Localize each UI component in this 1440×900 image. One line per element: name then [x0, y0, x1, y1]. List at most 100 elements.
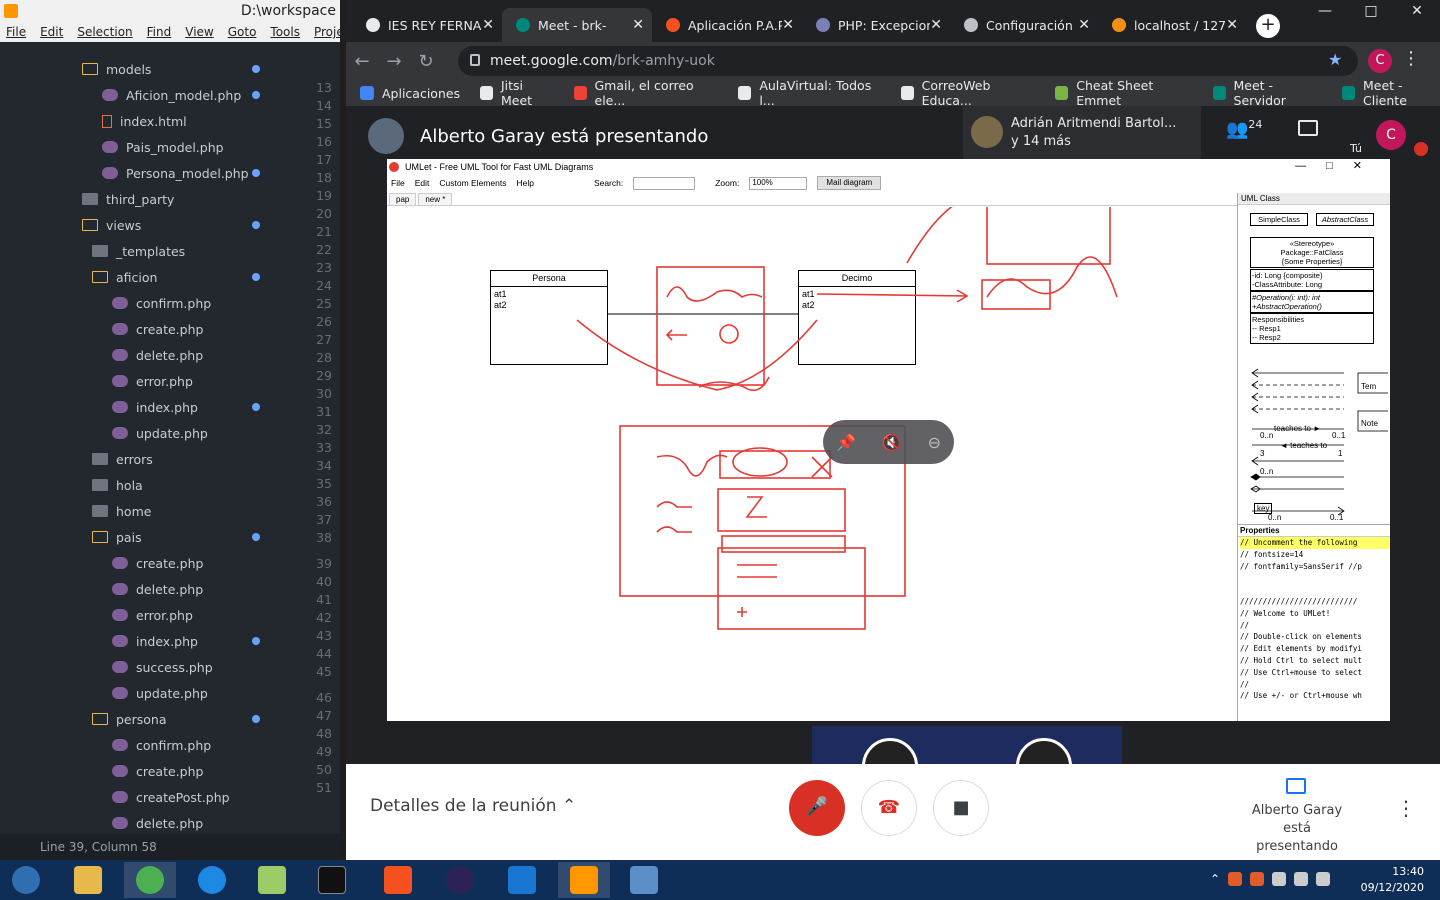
taskbar-virtualbox[interactable] [618, 862, 670, 898]
start-button[interactable] [0, 862, 52, 898]
tab-close-icon[interactable]: ✕ [1226, 17, 1238, 33]
tree-item[interactable]: error.php [112, 368, 193, 394]
umlet-menu-edit[interactable]: Edit [415, 178, 430, 188]
umlet-search-input[interactable] [633, 176, 696, 190]
tree-item[interactable]: third_party [82, 186, 174, 212]
palette-class-attributes[interactable]: -id: Long {composite} -ClassAttribute: L… [1250, 269, 1374, 291]
clock[interactable]: 13:40 09/12/2020 [1361, 864, 1424, 896]
presenting-label[interactable]: Alberto Garay está presentando [1242, 802, 1352, 856]
tree-item[interactable]: index.php [112, 394, 198, 420]
close-icon[interactable]: ✕ [1394, 0, 1440, 24]
taskbar-sublime[interactable] [558, 862, 610, 898]
hang-up-button[interactable]: ☎ [861, 780, 917, 836]
self-avatar[interactable]: C [1376, 120, 1406, 150]
umlet-tab-pap[interactable]: pap [389, 193, 417, 205]
bookmark-item[interactable]: CorreoWeb Educa... [900, 78, 1036, 108]
diagram-canvas[interactable]: Persona at1 at2 Decimo at1 at2 [387, 207, 1237, 721]
bookmark-item[interactable]: Meet -Cliente [1342, 78, 1440, 108]
menu-file[interactable]: File [6, 25, 26, 39]
tree-item[interactable]: Persona_model.php [102, 160, 249, 186]
chat-icon[interactable] [1298, 120, 1318, 136]
tree-item[interactable]: create.php [112, 316, 203, 342]
palette-header[interactable]: UML Class [1238, 193, 1390, 205]
taskbar-terminal[interactable] [306, 862, 358, 898]
browser-tab[interactable]: PHP: Excepciones✕ [802, 8, 950, 42]
palette-abstract-class[interactable]: AbstractClass [1316, 213, 1374, 226]
palette-simple-class[interactable]: SimpleClass [1250, 213, 1308, 226]
xampp-tray-icon[interactable] [1250, 872, 1265, 886]
tab-close-icon[interactable]: ✕ [930, 17, 942, 33]
tree-item[interactable]: delete.php [112, 576, 203, 602]
menu-edit[interactable]: Edit [40, 25, 63, 39]
browser-tab[interactable]: Configuración ✕ [950, 8, 1098, 42]
camera-button[interactable]: ■ [933, 780, 989, 836]
bookmark-item[interactable]: Meet - Servidor [1212, 78, 1322, 108]
tab-close-icon[interactable]: ✕ [482, 17, 494, 33]
tree-item[interactable]: hola [92, 472, 143, 498]
chrome-menu-icon[interactable]: ⋮ [1402, 48, 1420, 69]
umlet-menu-file[interactable]: File [391, 178, 405, 188]
participant-tile[interactable]: Adrián Aritmendi Bartol... y 14 más [963, 106, 1201, 160]
tree-item[interactable]: aficion [92, 264, 157, 290]
mic-off-button[interactable]: 🎤 [789, 780, 845, 836]
tree-item[interactable]: create.php [112, 758, 203, 784]
mute-speaker-icon[interactable]: 🔇 [882, 433, 902, 452]
new-tab-button[interactable]: + [1256, 14, 1280, 38]
tree-item[interactable]: delete.php [112, 810, 203, 832]
bookmark-star-icon[interactable]: ★ [1328, 50, 1342, 69]
menu-selection[interactable]: Selection [77, 25, 132, 39]
taskbar-vscode[interactable] [496, 862, 548, 898]
taskbar-edge[interactable] [186, 862, 238, 898]
palette-relations[interactable] [1238, 365, 1388, 565]
uml-class-persona[interactable]: Persona at1 at2 [490, 270, 608, 365]
tree-item[interactable]: Pais_model.php [102, 134, 224, 160]
browser-tab[interactable]: Aplicación P.A.P ✕ [652, 8, 802, 42]
tree-item[interactable]: error.php [112, 602, 193, 628]
bookmark-item[interactable]: Cheat Sheet Emmet [1055, 78, 1192, 108]
tree-item[interactable]: home [92, 498, 151, 524]
tree-item[interactable]: delete.php [112, 342, 203, 368]
tree-item[interactable]: update.php [112, 420, 208, 446]
menu-tools[interactable]: Tools [270, 25, 300, 39]
tab-close-icon[interactable]: ✕ [1078, 17, 1090, 33]
tree-item[interactable]: pais [92, 524, 142, 550]
tree-item[interactable]: update.php [112, 680, 208, 706]
umlet-menu-custom[interactable]: Custom Elements [439, 178, 506, 188]
tab-close-icon[interactable]: ✕ [632, 17, 644, 33]
tree-item[interactable]: createPost.php [112, 784, 230, 810]
bookmark-item[interactable]: AulaVirtual: Todos l... [738, 78, 880, 108]
properties-editor[interactable]: // Uncomment the following// fontsize=14… [1238, 537, 1390, 727]
minimize-icon[interactable]: — [1302, 0, 1348, 24]
bookmark-item[interactable]: Aplicaciones [360, 86, 460, 101]
taskbar-explorer[interactable] [62, 862, 114, 898]
xampp-tray-icon[interactable] [1228, 872, 1243, 886]
tab-close-icon[interactable]: ✕ [782, 17, 794, 33]
back-icon[interactable]: ← [346, 51, 378, 72]
umlet-menu-help[interactable]: Help [516, 178, 533, 188]
menu-goto[interactable]: Goto [228, 25, 257, 39]
network-icon[interactable] [1294, 872, 1309, 886]
present-icon[interactable] [1286, 778, 1306, 794]
maximize-icon[interactable]: □ [1348, 0, 1394, 24]
taskbar-chrome[interactable] [124, 862, 176, 898]
tree-item[interactable]: models [82, 56, 151, 82]
pin-icon[interactable]: 📌 [836, 433, 856, 452]
tree-item[interactable]: create.php [112, 550, 203, 576]
tree-item[interactable]: confirm.php [112, 732, 211, 758]
tree-item[interactable]: Aficion_model.php [102, 82, 241, 108]
browser-tab[interactable]: Meet - brk- ✕ [502, 8, 652, 42]
notification-icon[interactable] [1316, 872, 1331, 886]
palette-responsibilities[interactable]: Responsibilities -- Resp1 -- Resp2 [1250, 313, 1374, 344]
tree-item[interactable]: _templates [92, 238, 185, 264]
meeting-details-button[interactable]: Detalles de la reunión ⌃ [370, 796, 576, 816]
palette-fat-class[interactable]: «Stereotype» Package::FatClass {Some Pro… [1250, 237, 1374, 268]
bookmark-item[interactable]: Gmail, el correo ele... [573, 78, 719, 108]
remove-icon[interactable]: ⊖ [928, 433, 941, 452]
tree-item[interactable]: index.php [112, 628, 198, 654]
tray-chevron-icon[interactable]: ⌃ [1210, 872, 1220, 886]
profile-avatar[interactable]: C [1368, 49, 1392, 73]
volume-icon[interactable] [1272, 872, 1287, 886]
zoom-select[interactable]: 100% [749, 176, 808, 190]
taskbar-eclipse[interactable] [434, 862, 486, 898]
people-icon[interactable]: 👥24 [1226, 118, 1262, 140]
